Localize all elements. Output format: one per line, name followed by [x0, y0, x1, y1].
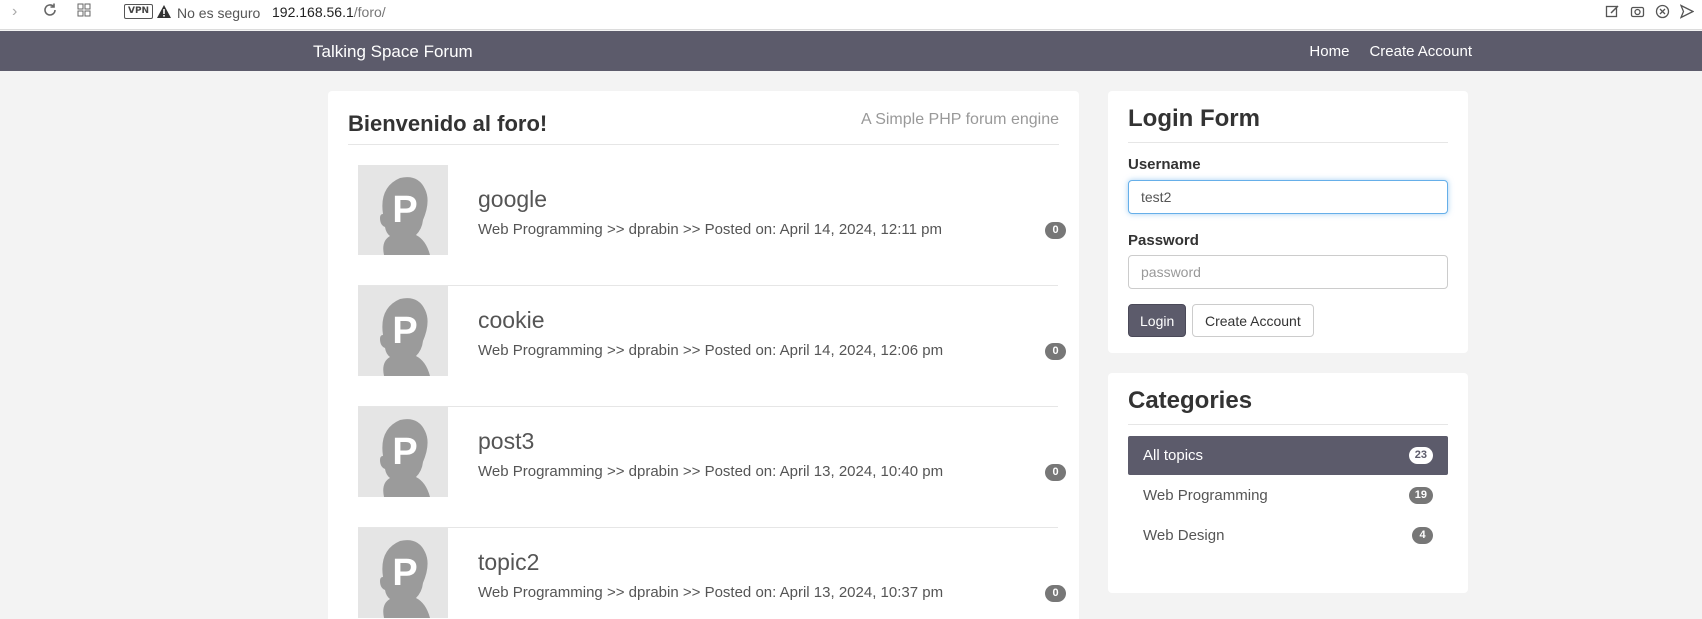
topic-title[interactable]: google [478, 185, 547, 213]
browser-toolbar: › VPN No es seguro 192.168.56.1/foro/ [0, 0, 1702, 30]
camera-icon[interactable] [1630, 4, 1645, 22]
page-title: Bienvenido al foro! [348, 111, 548, 136]
password-input[interactable] [1128, 255, 1448, 289]
reply-count-badge: 0 [1045, 585, 1066, 602]
avatar-letter: P [392, 431, 417, 473]
category-count-badge: 19 [1408, 487, 1433, 504]
topic-title[interactable]: topic2 [478, 548, 539, 576]
categories-title: Categories [1128, 387, 1253, 414]
edit-icon[interactable] [1605, 4, 1620, 22]
meta-separator: >> [606, 221, 625, 238]
topic-category-link[interactable]: Web Programming [478, 584, 603, 601]
meta-separator: >> [682, 463, 701, 480]
site-navbar: Talking Space Forum Home Create Account [0, 31, 1702, 71]
divider [1128, 424, 1448, 425]
user-avatar[interactable]: P [358, 165, 448, 255]
topic-meta: Web Programming >> dprabin >> Posted on:… [478, 583, 943, 603]
url-path: /foro/ [353, 4, 386, 20]
topic-category-link[interactable]: Web Programming [478, 221, 603, 238]
topic-category-link[interactable]: Web Programming [478, 463, 603, 480]
url-host: 192.168.56.1 [272, 4, 354, 20]
topic-posted-date: Posted on: April 13, 2024, 10:40 pm [704, 463, 944, 480]
send-icon[interactable] [1679, 4, 1695, 22]
topic-author-link[interactable]: dprabin [629, 463, 679, 480]
user-avatar[interactable]: P [358, 528, 448, 618]
topic-row: Pgoogle Web Programming >> dprabin >> Pos… [358, 165, 1066, 286]
topic-author-link[interactable]: dprabin [629, 584, 679, 601]
meta-separator: >> [682, 342, 701, 359]
category-count-badge: 4 [1412, 527, 1433, 544]
category-web-programming[interactable]: Web Programming 19 [1128, 476, 1448, 515]
username-label: Username [1128, 156, 1201, 173]
meta-separator: >> [682, 584, 701, 601]
avatar-letter: P [392, 552, 417, 594]
reload-icon[interactable] [42, 2, 58, 23]
category-all-topics[interactable]: All topics 23 [1128, 436, 1448, 475]
topic-posted-date: Posted on: April 14, 2024, 12:11 pm [704, 221, 942, 238]
topic-posted-date: Posted on: April 13, 2024, 10:37 pm [704, 584, 944, 601]
topic-row: Ppost3 Web Programming >> dprabin >> Post… [358, 407, 1066, 528]
site-brand[interactable]: Talking Space Forum [313, 42, 473, 62]
meta-separator: >> [682, 221, 701, 238]
create-account-button[interactable]: Create Account [1192, 304, 1314, 337]
forward-icon[interactable]: › [12, 3, 17, 21]
divider [348, 144, 1059, 145]
reply-count-badge: 0 [1045, 343, 1066, 360]
topic-author-link[interactable]: dprabin [629, 342, 679, 359]
category-label: Web Design [1143, 527, 1225, 544]
user-avatar[interactable]: P [358, 407, 448, 497]
login-card: Login Form Username Password Login Creat… [1108, 91, 1468, 353]
page-tagline: A Simple PHP forum engine [860, 111, 1059, 128]
meta-separator: >> [606, 463, 625, 480]
reply-count-badge: 0 [1045, 222, 1066, 239]
topic-meta: Web Programming >> dprabin >> Posted on:… [478, 220, 942, 240]
login-title: Login Form [1128, 105, 1260, 132]
nav-create-account-link[interactable]: Create Account [1369, 43, 1472, 61]
tabs-grid-icon[interactable] [77, 3, 91, 22]
divider [1128, 142, 1448, 143]
topics-panel: Bienvenido al foro! A Simple PHP forum e… [328, 91, 1079, 619]
category-web-design[interactable]: Web Design 4 [1128, 516, 1448, 555]
login-button[interactable]: Login [1128, 304, 1187, 337]
security-label[interactable]: No es seguro [177, 4, 260, 22]
user-avatar[interactable]: P [358, 286, 448, 376]
warning-icon[interactable] [156, 4, 172, 24]
topic-meta: Web Programming >> dprabin >> Posted on:… [478, 341, 943, 361]
category-count-badge: 23 [1408, 447, 1433, 464]
categories-card: Categories All topics 23 Web Programming… [1108, 373, 1468, 593]
topic-title[interactable]: cookie [478, 306, 544, 334]
address-bar[interactable]: 192.168.56.1/foro/ [272, 3, 386, 21]
close-circle-icon[interactable] [1655, 4, 1670, 22]
avatar-letter: P [392, 189, 417, 231]
topic-title[interactable]: post3 [478, 427, 534, 455]
avatar-letter: P [392, 310, 417, 352]
topic-row: Ptopic2 Web Programming >> dprabin >> Pos… [358, 528, 1066, 619]
topic-row: Pcookie Web Programming >> dprabin >> Pos… [358, 286, 1066, 407]
nav-links: Home Create Account [1309, 43, 1472, 61]
reply-count-badge: 0 [1045, 464, 1066, 481]
browser-actions [1605, 4, 1695, 22]
category-label: All topics [1143, 447, 1204, 464]
username-input[interactable] [1128, 180, 1448, 214]
topic-author-link[interactable]: dprabin [629, 221, 679, 238]
vpn-badge[interactable]: VPN [124, 4, 154, 19]
category-label: Web Programming [1143, 487, 1268, 504]
topic-posted-date: Posted on: April 14, 2024, 12:06 pm [704, 342, 944, 359]
meta-separator: >> [606, 342, 625, 359]
topic-meta: Web Programming >> dprabin >> Posted on:… [478, 462, 943, 482]
nav-home-link[interactable]: Home [1309, 43, 1349, 61]
topic-category-link[interactable]: Web Programming [478, 342, 603, 359]
password-label: Password [1128, 232, 1199, 249]
meta-separator: >> [606, 584, 625, 601]
